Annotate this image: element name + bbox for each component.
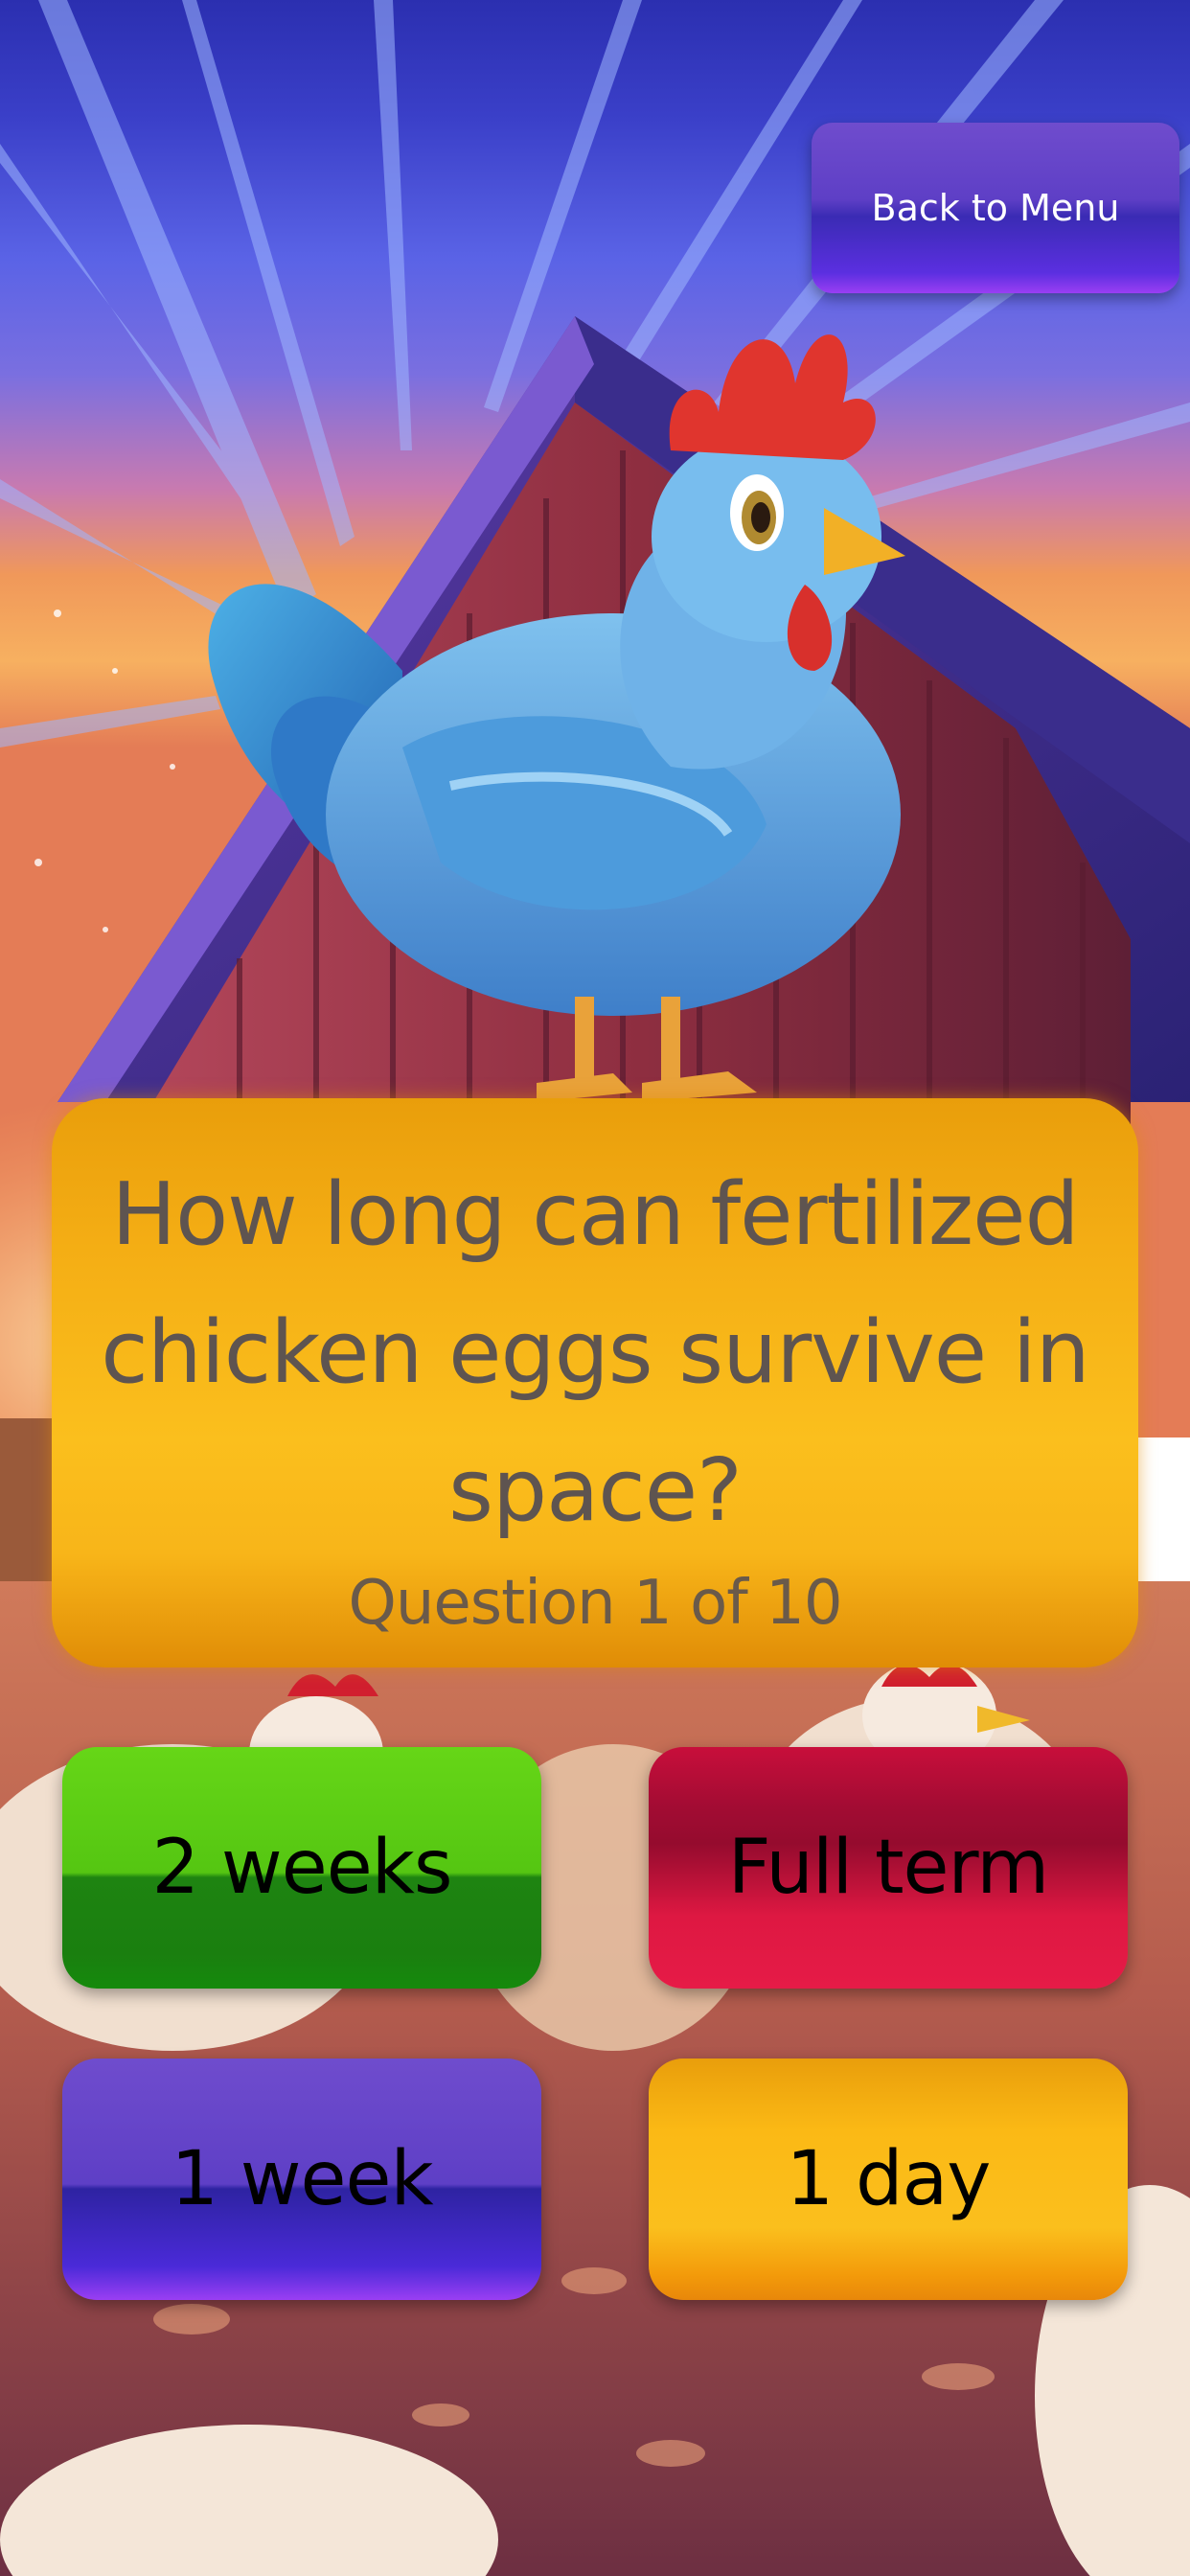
question-counter: Question 1 of 10 <box>348 1568 842 1639</box>
answer-button-1[interactable]: 2 weeks <box>62 1747 541 1989</box>
question-card: How long can fertilized chicken eggs sur… <box>52 1098 1138 1668</box>
answer-button-2[interactable]: Full term <box>649 1747 1128 1989</box>
back-to-menu-button[interactable]: Back to Menu <box>812 123 1179 293</box>
answer-button-4[interactable]: 1 day <box>649 2058 1128 2300</box>
question-text: How long can fertilized chicken eggs sur… <box>101 1164 1090 1541</box>
answer-button-3[interactable]: 1 week <box>62 2058 541 2300</box>
game-scene: Back to Menu How long can fertilized chi… <box>0 0 1190 2576</box>
